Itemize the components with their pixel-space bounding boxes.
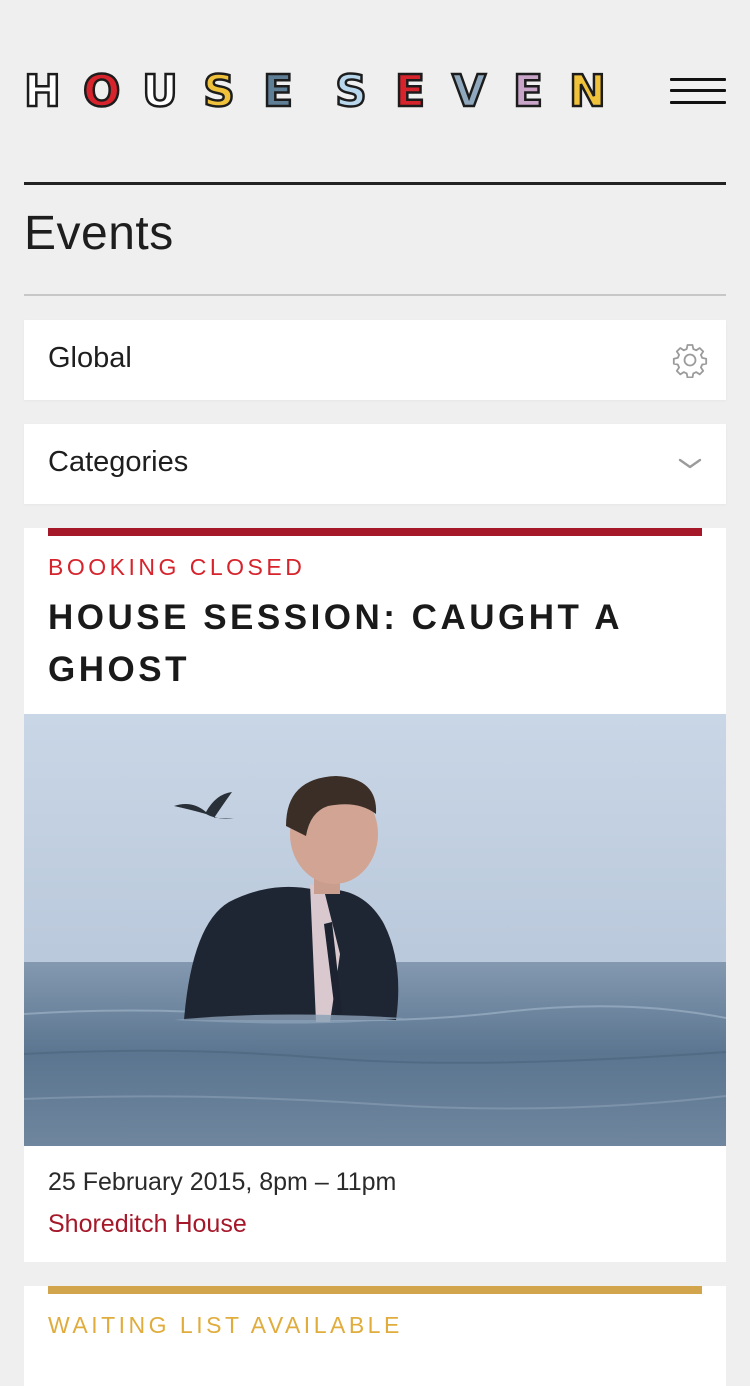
header-divider <box>24 182 726 185</box>
region-filter[interactable]: Global <box>24 320 726 400</box>
event-photo[interactable] <box>24 714 726 1146</box>
event-status-bar <box>48 1286 702 1294</box>
event-card[interactable]: BOOKING CLOSED HOUSE SESSION: CAUGHT A G… <box>24 528 726 1262</box>
categories-filter[interactable]: Categories <box>24 424 726 504</box>
logo-letter: O <box>82 66 122 117</box>
house-seven-logo[interactable]: H O U S E S E V E N <box>23 66 628 117</box>
title-divider <box>24 294 726 296</box>
event-card[interactable]: WAITING LIST AVAILABLE <box>24 1286 726 1386</box>
logo-letter: S <box>334 66 368 117</box>
site-header: H O U S E S E V E N <box>23 60 726 120</box>
chevron-down-icon <box>678 458 702 469</box>
region-filter-label: Global <box>48 342 132 374</box>
logo-letter: U <box>141 66 179 117</box>
event-status-bar <box>48 528 702 536</box>
logo-letter: N <box>568 66 607 117</box>
logo-letter: E <box>512 66 545 117</box>
categories-filter-label: Categories <box>48 446 189 478</box>
event-status: BOOKING CLOSED <box>48 554 306 580</box>
page-title: Events <box>24 207 174 260</box>
hamburger-menu-icon[interactable] <box>670 74 726 108</box>
logo-letter: S <box>202 66 236 117</box>
event-date: 25 February 2015, 8pm – 11pm <box>48 1168 397 1196</box>
logo-letter: V <box>451 66 488 117</box>
logo-letter: E <box>262 66 295 117</box>
logo-letter: E <box>394 66 427 117</box>
gear-icon <box>672 344 708 378</box>
event-status: WAITING LIST AVAILABLE <box>48 1312 403 1338</box>
event-title[interactable]: HOUSE SESSION: CAUGHT A GHOST <box>48 592 688 696</box>
event-venue-link[interactable]: Shoreditch House <box>48 1210 247 1239</box>
logo-letter: H <box>23 66 62 117</box>
